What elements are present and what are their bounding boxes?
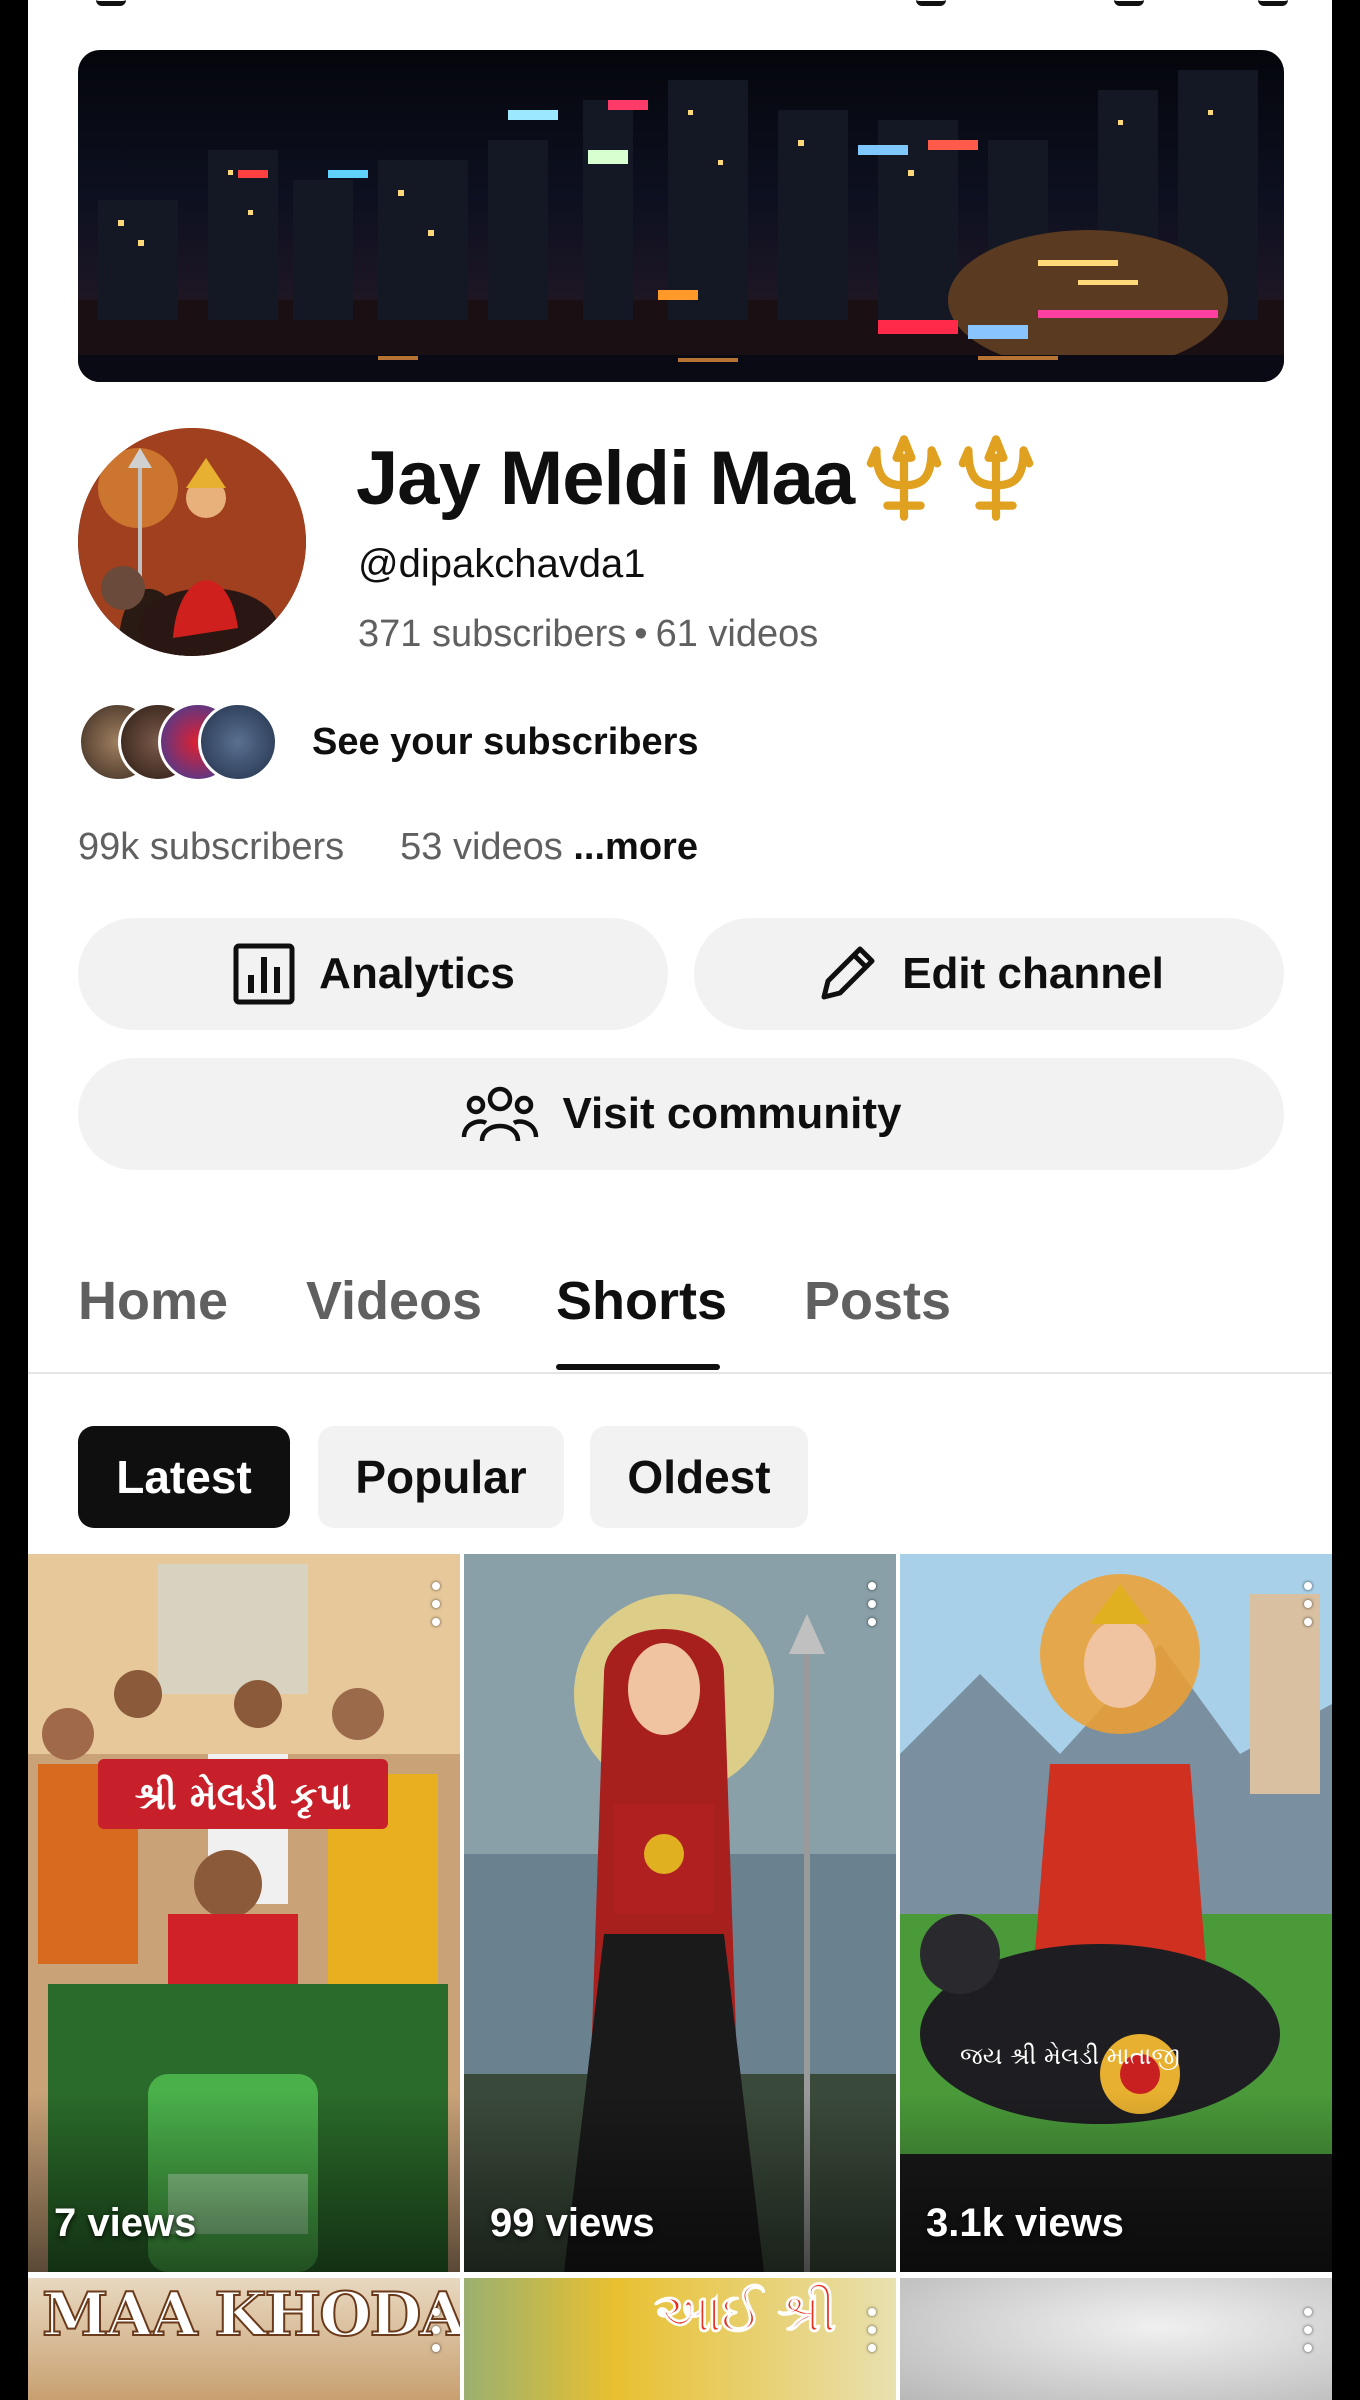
- bar-chart-icon: [233, 943, 295, 1005]
- subscriber-avatars: [78, 702, 278, 782]
- analytics-button[interactable]: Analytics: [78, 918, 668, 1030]
- short-banner-text: શ્રી મેલડી કૃપા: [135, 1773, 351, 1820]
- trident-icons: [858, 432, 1042, 524]
- short-thumbnail[interactable]: MAA KHODA: [28, 2278, 460, 2400]
- edit-channel-label: Edit channel: [902, 949, 1164, 998]
- trident-icon: [958, 435, 1034, 521]
- search-icon[interactable]: [1114, 0, 1144, 6]
- channel-avatar[interactable]: [78, 428, 306, 656]
- see-subscribers-link[interactable]: See your subscribers: [312, 721, 699, 764]
- short-thumbnail[interactable]: [900, 2278, 1332, 2400]
- back-arrow-icon[interactable]: [96, 0, 126, 6]
- tab-videos[interactable]: Videos: [306, 1270, 482, 1332]
- visit-community-label: Visit community: [562, 1089, 902, 1138]
- more-vert-icon[interactable]: [1298, 2308, 1318, 2368]
- channel-handle: @dipakchavda1: [358, 542, 646, 586]
- cast-icon[interactable]: [916, 0, 946, 6]
- more-icon[interactable]: [1258, 0, 1288, 6]
- view-count: 99 views: [490, 2201, 655, 2245]
- channel-about[interactable]: 99k subscribers 53 videos ...more: [78, 826, 698, 869]
- people-icon: [462, 1086, 539, 1142]
- analytics-label: Analytics: [319, 949, 515, 998]
- pencil-icon: [821, 946, 875, 1000]
- channel-banner: [78, 50, 1284, 382]
- trident-icon: [866, 435, 942, 521]
- separator: •: [634, 613, 648, 655]
- view-count: 3.1k views: [926, 2201, 1124, 2245]
- channel-title: Jay Meldi Maa: [356, 432, 1042, 524]
- subscriber-count: 371 subscribers: [358, 613, 627, 655]
- see-subscribers-row[interactable]: See your subscribers: [78, 702, 699, 782]
- edit-channel-button[interactable]: Edit channel: [694, 918, 1284, 1030]
- video-count: 61 videos: [655, 613, 819, 655]
- short-thumbnail[interactable]: આઈ શ્રી: [464, 2278, 896, 2400]
- channel-name: Jay Meldi Maa: [356, 435, 855, 521]
- short-caption: જય શ્રી મેલડી માતાજી: [960, 2042, 1180, 2070]
- more-link[interactable]: ...more: [573, 826, 698, 868]
- short-thumbnail[interactable]: શ્રી મેલડી કૃપા 7 views: [28, 1554, 460, 2272]
- view-count: 7 views: [54, 2201, 197, 2245]
- tab-shorts[interactable]: Shorts: [556, 1270, 727, 1332]
- tab-posts[interactable]: Posts: [804, 1270, 951, 1332]
- status-bar: [28, 0, 1332, 20]
- more-vert-icon[interactable]: [426, 1582, 446, 1642]
- about-videos: 53 videos: [400, 826, 563, 868]
- chip-latest[interactable]: Latest: [78, 1426, 290, 1528]
- visit-community-button[interactable]: Visit community: [78, 1058, 1284, 1170]
- tab-home[interactable]: Home: [78, 1270, 228, 1332]
- chip-oldest[interactable]: Oldest: [590, 1426, 808, 1528]
- more-vert-icon[interactable]: [862, 2308, 882, 2368]
- avatar: [198, 702, 278, 782]
- more-vert-icon[interactable]: [862, 1582, 882, 1642]
- more-vert-icon[interactable]: [1298, 1582, 1318, 1642]
- about-subscribers: 99k subscribers: [78, 826, 345, 868]
- short-caption: આઈ શ્રી: [654, 2280, 838, 2345]
- channel-page: Jay Meldi Maa @dipakchavda1 371 subscrib…: [28, 0, 1332, 2400]
- channel-tabs: Home Videos Shorts Posts: [28, 1230, 1332, 1374]
- chip-popular[interactable]: Popular: [318, 1426, 564, 1528]
- short-thumbnail[interactable]: 99 views: [464, 1554, 896, 2272]
- short-thumbnail[interactable]: જય શ્રી મેલડી માતાજી 3.1k views: [900, 1554, 1332, 2272]
- channel-stats: 371 subscribers • 61 videos: [358, 613, 818, 656]
- short-caption: MAA KHODA: [41, 2279, 460, 2351]
- active-tab-indicator: [556, 1364, 720, 1370]
- more-vert-icon[interactable]: [426, 2308, 446, 2368]
